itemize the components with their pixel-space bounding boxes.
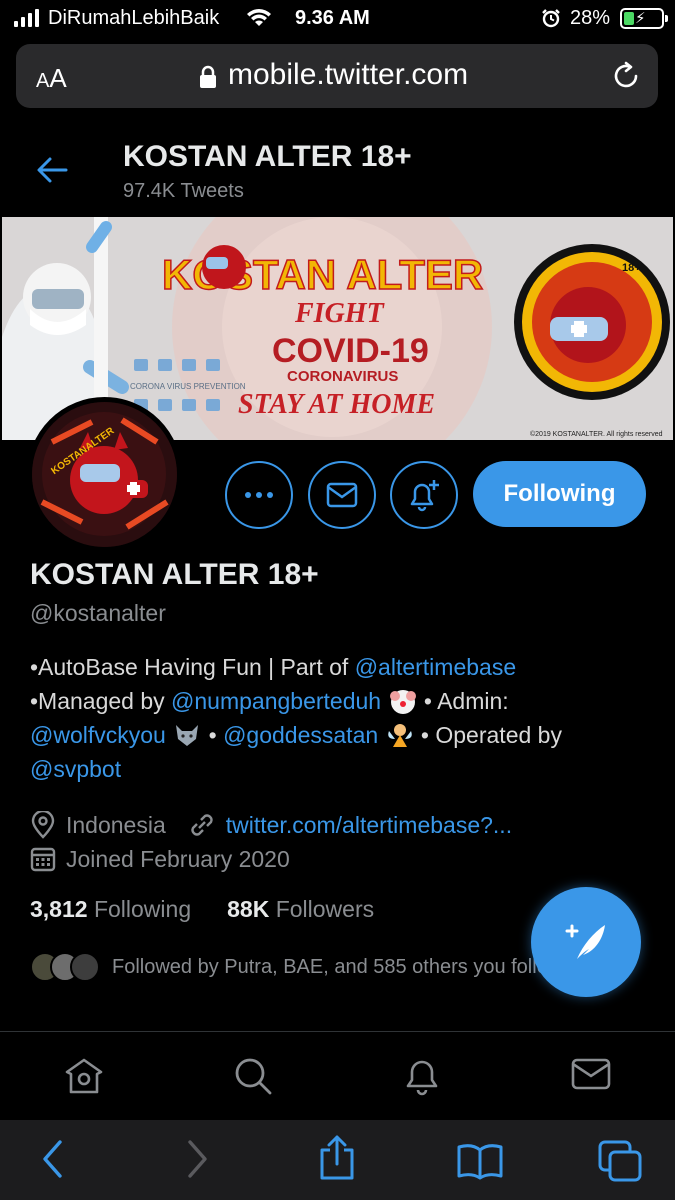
svg-text:CORONA VIRUS PREVENTION: CORONA VIRUS PREVENTION (130, 382, 246, 391)
search-icon[interactable] (233, 1056, 273, 1096)
status-bar: DiRumahLebihBaik 9.36 AM 28% ⚡ (0, 0, 675, 38)
tweet-count: 97.4K Tweets (123, 180, 244, 202)
location-pin-icon (31, 811, 55, 839)
followed-by-row[interactable]: Followed by Putra, BAE, and 585 others y… (30, 950, 570, 984)
alarm-icon (542, 9, 560, 28)
followers-count-link[interactable]: 88K Followers (227, 896, 374, 923)
bio-line-3: @wolfvckyou • @goddessatan • Operated by (30, 722, 562, 748)
browser-back-icon[interactable] (40, 1138, 66, 1180)
text-size-button[interactable]: AA (36, 63, 67, 94)
following-button[interactable]: Following (473, 461, 646, 527)
bell-plus-icon (410, 480, 439, 512)
message-button[interactable] (308, 461, 376, 529)
compose-tweet-icon (565, 924, 605, 959)
more-options-button[interactable] (225, 461, 293, 529)
share-icon[interactable] (318, 1134, 356, 1182)
carrier-name: DiRumahLebihBaik (48, 7, 220, 29)
follower-avatars (30, 952, 110, 982)
bio-line-1: •AutoBase Having Fun | Part of @altertim… (30, 654, 517, 680)
svg-text:18+: 18+ (622, 262, 641, 274)
joined-row: Joined February 2020 (30, 842, 512, 876)
wifi-icon (247, 9, 271, 26)
clock: 9.36 AM (295, 7, 370, 29)
back-arrow-icon[interactable] (36, 156, 68, 184)
fairy-emoji-icon (387, 724, 412, 747)
bottom-tab-bar (0, 1032, 675, 1120)
bio-line-2: •Managed by @numpangberteduh • Admin: (30, 688, 509, 714)
mail-icon[interactable] (571, 1056, 611, 1092)
compose-tweet-button[interactable] (531, 887, 641, 997)
mention-link[interactable]: @wolfvckyou (30, 722, 166, 748)
website-link[interactable]: twitter.com/altertimebase?... (226, 812, 512, 839)
location-row: Indonesia twitter.com/altertimebase?... (30, 808, 512, 842)
battery-percentage: 28% (570, 7, 611, 29)
follow-counts: 3,812 Following 88K Followers (30, 896, 374, 923)
svg-text:FIGHT: FIGHT (294, 298, 386, 329)
home-icon[interactable] (63, 1056, 105, 1096)
display-name: KOSTAN ALTER 18+ (30, 558, 319, 591)
following-count-link[interactable]: 3,812 Following (30, 896, 191, 923)
browser-forward-icon[interactable] (184, 1138, 210, 1180)
calendar-icon (30, 847, 56, 872)
bell-icon[interactable] (402, 1056, 442, 1096)
location-text: Indonesia (66, 811, 166, 838)
bio-line-4: @svpbot (30, 752, 660, 786)
notifications-button[interactable] (390, 461, 458, 529)
mail-icon (326, 482, 358, 508)
reload-icon[interactable] (610, 60, 642, 92)
mention-link[interactable]: @altertimebase (355, 654, 516, 680)
wolf-emoji-icon (176, 725, 199, 746)
svg-text:CORONAVIRUS: CORONAVIRUS (287, 368, 398, 385)
svg-text:©2019 KOSTANALTER. All rights: ©2019 KOSTANALTER. All rights reserved (530, 430, 663, 438)
tabs-icon[interactable] (598, 1140, 642, 1182)
mention-link[interactable]: @goddessatan (223, 722, 378, 748)
profile-avatar[interactable]: KOSTANALTER (27, 397, 182, 552)
avatar-image: KOSTANALTER (32, 402, 177, 547)
mention-link[interactable]: @numpangberteduh (171, 688, 381, 714)
followed-by-text: Followed by Putra, BAE, and 585 others y… (112, 955, 563, 978)
svg-text:STAY AT HOME: STAY AT HOME (238, 389, 435, 420)
profile-meta: Indonesia twitter.com/altertimebase?... … (30, 808, 512, 876)
joined-date: Joined February 2020 (66, 845, 290, 872)
clown-emoji-icon (389, 690, 416, 714)
more-icon (245, 492, 273, 498)
svg-text:COVID-19: COVID-19 (272, 332, 429, 370)
mention-link[interactable]: @svpbot (30, 756, 121, 782)
user-handle: @kostanalter (30, 600, 166, 626)
battery-icon: ⚡ (620, 8, 668, 29)
profile-bio: •AutoBase Having Fun | Part of @altertim… (30, 650, 660, 786)
address-bar[interactable]: AA mobile.twitter.com (16, 44, 658, 108)
browser-toolbar (0, 1120, 675, 1200)
lock-icon (200, 65, 216, 88)
avatar (70, 952, 100, 982)
link-icon (191, 814, 213, 836)
page-title: KOSTAN ALTER 18+ (123, 140, 412, 173)
bookmarks-icon[interactable] (456, 1142, 504, 1180)
cellular-signal-icon (14, 9, 39, 27)
url-text[interactable]: mobile.twitter.com (228, 58, 468, 92)
